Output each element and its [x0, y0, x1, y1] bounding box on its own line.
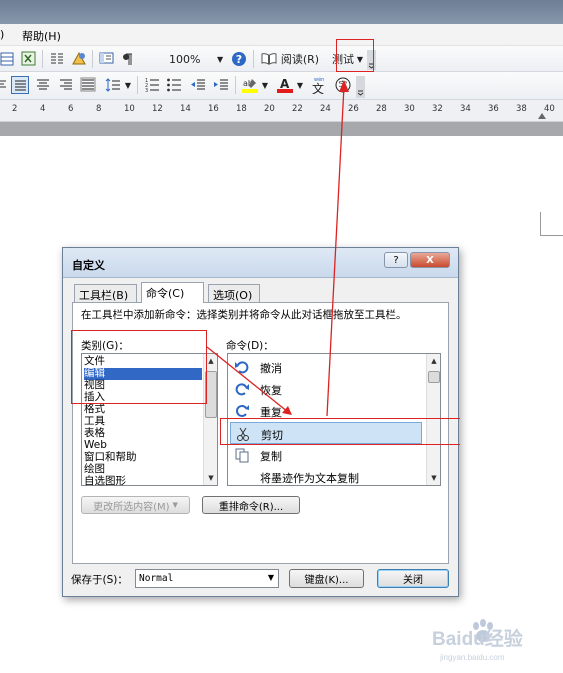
- tab-commands[interactable]: 命令(C): [141, 282, 204, 303]
- watermark: Baidu经验 jingyan.baidu.com: [432, 618, 560, 668]
- arrow-command-to-toolbar: [326, 85, 345, 417]
- watermark-url: jingyan.baidu.com: [440, 653, 505, 662]
- arrow-category-to-command: [206, 346, 289, 413]
- arrowhead-icon: [339, 80, 349, 92]
- watermark-brand: Baidu经验: [432, 629, 523, 650]
- arrowhead-icon: [282, 406, 292, 415]
- annotation-arrows: [206, 80, 349, 417]
